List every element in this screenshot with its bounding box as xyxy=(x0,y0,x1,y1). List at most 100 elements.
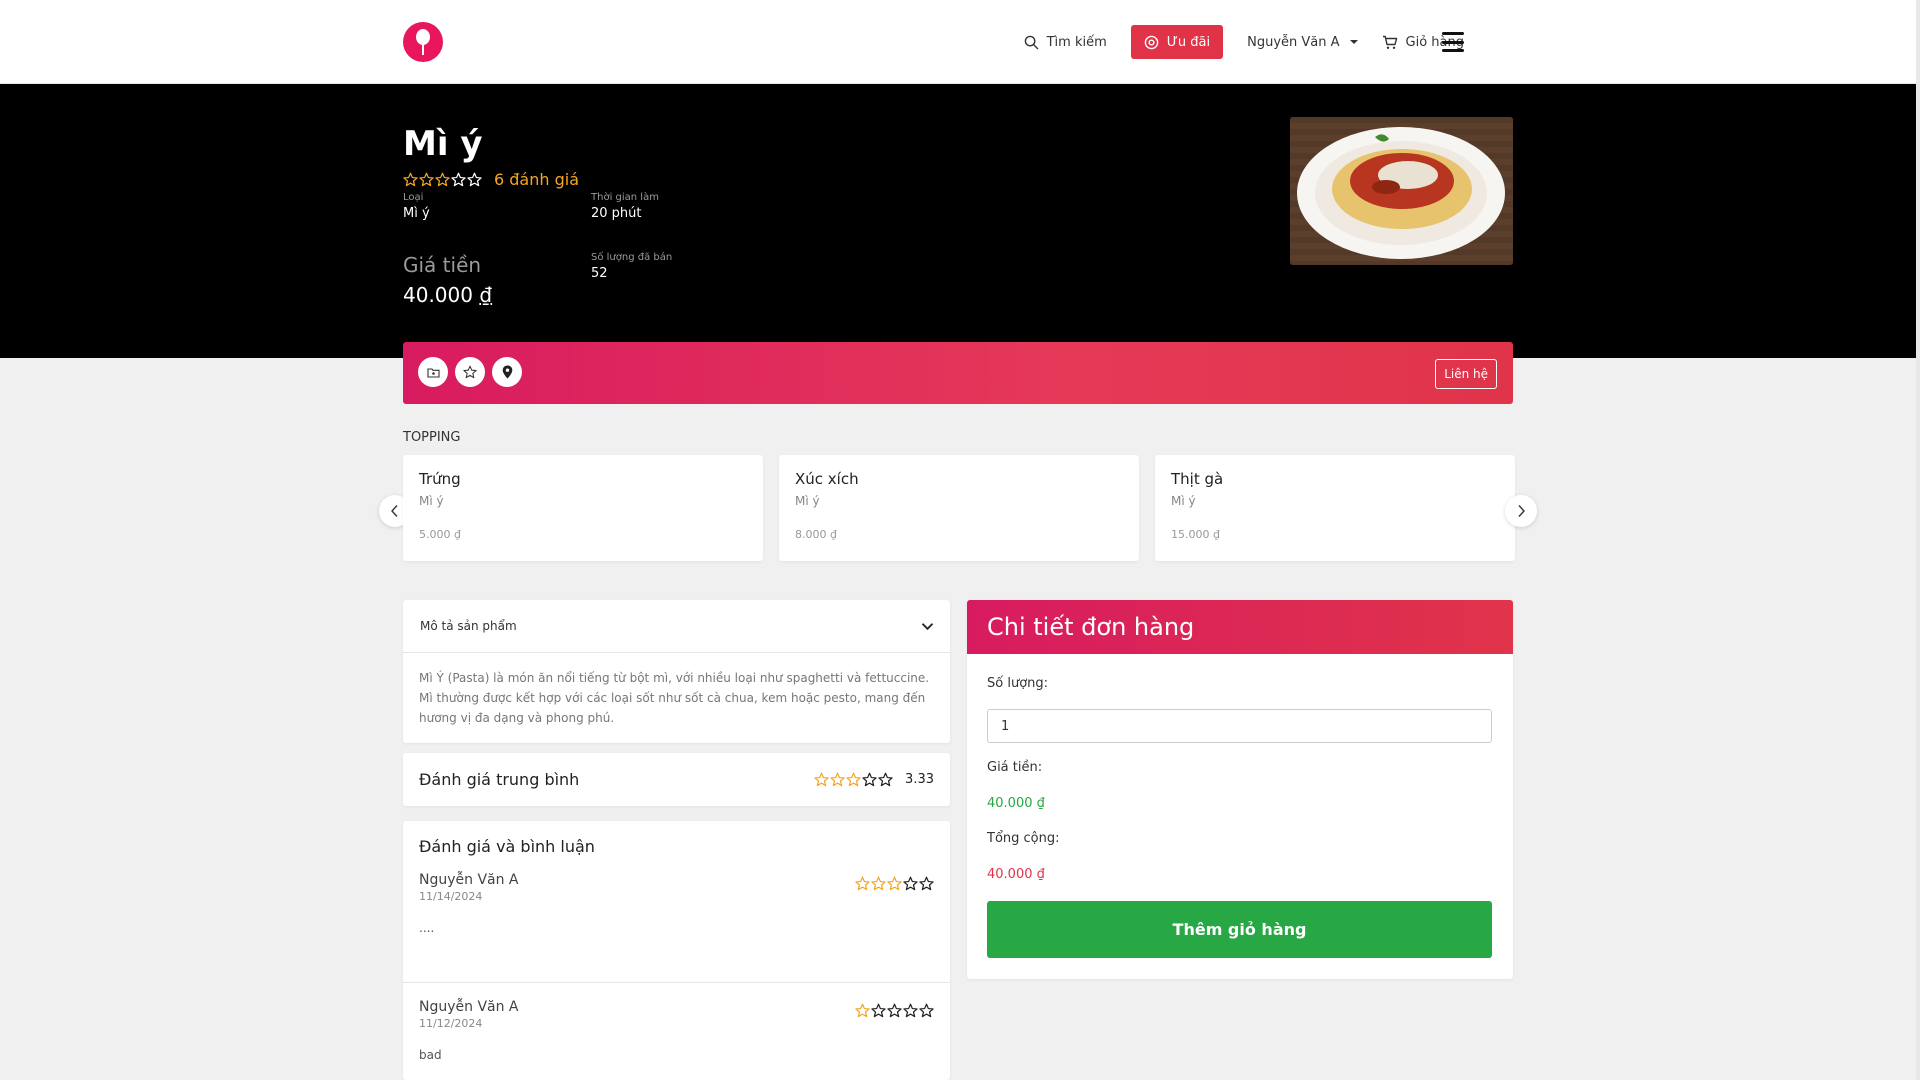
logo[interactable] xyxy=(403,22,443,62)
topping-category: Mì ý xyxy=(795,494,820,508)
map-pin-icon xyxy=(502,365,512,379)
star-empty-icon xyxy=(451,172,466,187)
star-filled-icon xyxy=(814,772,829,787)
hamburger-menu-icon[interactable] xyxy=(1442,32,1464,52)
category-label: Loại xyxy=(403,192,424,203)
location-button[interactable] xyxy=(492,357,522,387)
topping-section-title: TOPPING xyxy=(403,430,461,445)
star-outline-icon xyxy=(463,365,477,379)
contact-button[interactable]: Liên hệ xyxy=(1435,359,1497,389)
nav-search-link[interactable]: Tìm kiếm xyxy=(1024,35,1107,50)
spoon-logo-icon xyxy=(416,29,430,55)
star-empty-icon xyxy=(919,876,934,891)
review-item: Nguyễn Văn A 11/14/2024 .... xyxy=(403,872,950,982)
top-navbar: Tìm kiếm Ưu đãi Nguyễn Văn A Giỏ hàng xyxy=(0,0,1916,84)
chevron-left-icon xyxy=(391,505,398,517)
review-item: Nguyễn Văn A 11/12/2024 bad xyxy=(403,999,950,1062)
star-filled-icon xyxy=(830,772,845,787)
review-count[interactable]: 6 đánh giá xyxy=(494,170,579,189)
cart-icon xyxy=(1382,35,1397,49)
product-action-bar: Liên hệ xyxy=(403,342,1513,404)
star-filled-icon xyxy=(419,172,434,187)
review-stars xyxy=(855,1003,934,1018)
promo-icon xyxy=(1144,35,1159,49)
star-empty-icon xyxy=(887,1003,902,1018)
page-scrollbar[interactable] xyxy=(1916,0,1920,1080)
star-empty-icon xyxy=(919,1003,934,1018)
sold-value: 52 xyxy=(591,266,608,281)
favorite-button[interactable] xyxy=(455,357,485,387)
review-text: .... xyxy=(419,921,435,935)
chevron-down-icon xyxy=(921,622,934,630)
star-empty-icon xyxy=(467,172,482,187)
description-header[interactable]: Mô tả sản phẩm xyxy=(403,600,950,653)
price-number: 40.000 xyxy=(403,283,473,307)
average-rating-card: Đánh giá trung bình 3.33 xyxy=(403,753,950,806)
meta-time: Thời gian làm 20 phút xyxy=(591,192,659,221)
star-empty-icon xyxy=(903,1003,918,1018)
order-details-title: Chi tiết đơn hàng xyxy=(967,600,1513,654)
topping-name: Trứng xyxy=(419,470,461,488)
quantity-label: Số lượng: xyxy=(987,676,1049,691)
caret-down-icon xyxy=(1349,40,1358,44)
price-currency: ₫ xyxy=(479,283,493,307)
star-filled-icon xyxy=(855,1003,870,1018)
topping-price: 8.000 ₫ xyxy=(795,528,837,541)
review-date: 11/12/2024 xyxy=(419,1017,483,1030)
topping-card[interactable]: Trứng Mì ý 5.000 ₫ xyxy=(403,455,763,561)
star-empty-icon xyxy=(878,772,893,787)
order-total-label: Tổng cộng: xyxy=(987,831,1060,846)
price-value: 40.000 ₫ xyxy=(403,283,492,307)
chevron-right-icon xyxy=(1518,505,1525,517)
category-value: Mì ý xyxy=(403,206,430,221)
reviews-card: Đánh giá và bình luận Nguyễn Văn A 11/14… xyxy=(403,821,950,1080)
order-total-value: 40.000 ₫ xyxy=(987,867,1045,882)
star-filled-icon xyxy=(871,876,886,891)
topping-name: Xúc xích xyxy=(795,470,859,488)
description-title: Mô tả sản phẩm xyxy=(420,619,517,633)
average-rating-value: 3.33 xyxy=(905,772,934,787)
average-rating-label: Đánh giá trung bình xyxy=(419,770,580,789)
topping-card[interactable]: Thịt gà Mì ý 15.000 ₫ xyxy=(1155,455,1515,561)
topping-card[interactable]: Xúc xích Mì ý 8.000 ₫ xyxy=(779,455,1139,561)
add-to-cart-button[interactable]: Thêm giỏ hàng xyxy=(987,901,1492,958)
order-price-value: 40.000 ₫ xyxy=(987,796,1045,811)
sold-label: Số lượng đã bán xyxy=(591,252,673,263)
promo-button[interactable]: Ưu đãi xyxy=(1130,25,1224,59)
topping-price: 15.000 ₫ xyxy=(1171,528,1220,541)
product-hero: Mì ý 6 đánh giá Loại Mì ý Thời gian làm … xyxy=(0,84,1916,358)
nav-search-label: Tìm kiếm xyxy=(1046,34,1107,50)
quantity-value: 1 xyxy=(1001,718,1010,734)
topping-next-button[interactable] xyxy=(1505,495,1537,527)
star-filled-icon xyxy=(855,876,870,891)
rating-stars xyxy=(403,172,482,187)
user-menu-dropdown[interactable]: Nguyễn Văn A xyxy=(1247,34,1358,50)
star-filled-icon xyxy=(887,876,902,891)
star-empty-icon xyxy=(903,876,918,891)
spaghetti-plate-image xyxy=(1290,117,1513,265)
user-name: Nguyễn Văn A xyxy=(1247,34,1340,50)
description-body: Mì Ý (Pasta) là món ăn nổi tiếng từ bột … xyxy=(419,671,930,725)
product-rating: 6 đánh giá xyxy=(403,170,579,189)
topping-price: 5.000 ₫ xyxy=(419,528,461,541)
reviews-title: Đánh giá và bình luận xyxy=(419,837,595,856)
folder-icon xyxy=(426,367,440,378)
topping-category: Mì ý xyxy=(419,494,444,508)
topping-name: Thịt gà xyxy=(1171,470,1224,488)
product-title: Mì ý xyxy=(403,124,483,164)
meta-sold: Số lượng đã bán 52 xyxy=(591,252,672,281)
product-image xyxy=(1290,117,1513,265)
order-price-label: Giá tiền: xyxy=(987,760,1043,775)
order-details-panel: Chi tiết đơn hàng Số lượng: 1 Giá tiền: … xyxy=(967,600,1513,979)
search-icon xyxy=(1024,35,1038,49)
average-rating-stars xyxy=(814,772,893,787)
description-accordion: Mô tả sản phẩm Mì Ý (Pasta) là món ăn nổ… xyxy=(403,600,950,743)
topping-category: Mì ý xyxy=(1171,494,1196,508)
star-empty-icon xyxy=(871,1003,886,1018)
star-filled-icon xyxy=(846,772,861,787)
time-value: 20 phút xyxy=(591,206,642,221)
quantity-input[interactable]: 1 xyxy=(987,709,1492,743)
share-button[interactable] xyxy=(418,357,448,387)
promo-label: Ưu đãi xyxy=(1166,34,1211,50)
review-text: bad xyxy=(419,1048,442,1062)
